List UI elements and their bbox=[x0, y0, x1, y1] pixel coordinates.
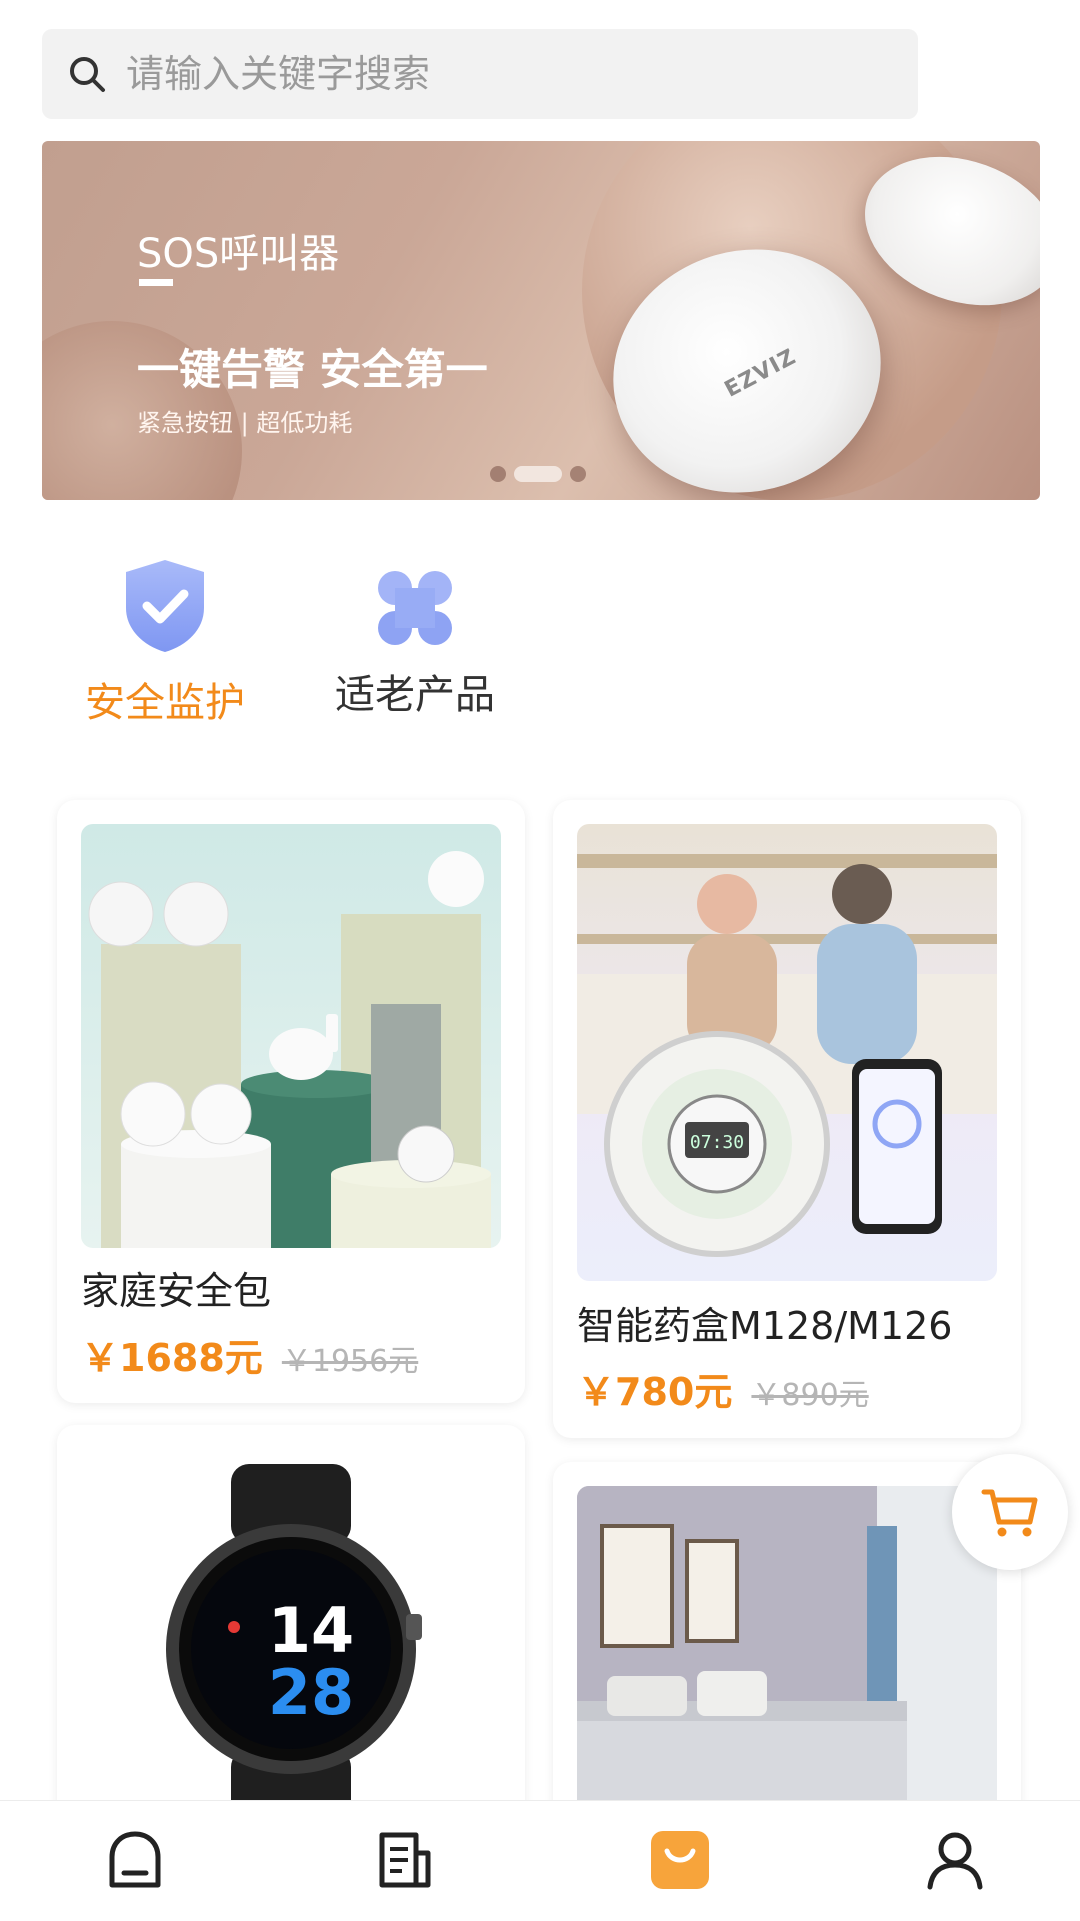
cart-icon bbox=[981, 1489, 1038, 1537]
product-card[interactable]: 家庭安全包 ￥1688元 ￥1956元 bbox=[57, 800, 525, 1403]
carousel-dot[interactable] bbox=[490, 466, 506, 482]
product-price-row: ￥1688元 ￥1956元 bbox=[81, 1327, 418, 1382]
search-input[interactable] bbox=[124, 51, 888, 97]
banner-title: SOS呼叫器 bbox=[137, 231, 340, 277]
product-image bbox=[81, 824, 501, 1248]
category-elderly-products[interactable]: 适老产品 bbox=[310, 568, 520, 720]
product-price-row: ￥780元 ￥890元 bbox=[577, 1361, 869, 1416]
nav-home[interactable] bbox=[100, 1825, 170, 1895]
search-bar[interactable] bbox=[42, 29, 918, 119]
product-original-price: ￥1956元 bbox=[281, 1344, 419, 1379]
banner-headline: 一键告警 安全第一 bbox=[137, 345, 488, 394]
watch-minute: 28 bbox=[268, 1656, 354, 1729]
home-icon bbox=[109, 1831, 161, 1888]
clover-grid-icon bbox=[378, 571, 452, 645]
carousel-dot-active[interactable] bbox=[514, 466, 562, 482]
carousel-dot[interactable] bbox=[570, 466, 586, 482]
cart-button[interactable] bbox=[952, 1454, 1068, 1570]
banner-divider bbox=[139, 279, 173, 286]
category-label: 安全监护 bbox=[85, 680, 245, 726]
promo-banner[interactable]: EZVIZ SOS呼叫器 一键告警 安全第一 紧急按钮 | 超低功耗 bbox=[42, 141, 1040, 500]
category-label: 适老产品 bbox=[335, 672, 495, 718]
nav-profile[interactable] bbox=[920, 1825, 990, 1895]
product-original-price: ￥890元 bbox=[751, 1378, 869, 1413]
bottom-navigation bbox=[0, 1800, 1080, 1921]
smartwatch-illustration: 14 28 bbox=[166, 1464, 422, 1819]
banner-subline: 紧急按钮 | 超低功耗 bbox=[137, 409, 353, 437]
product-name: 家庭安全包 bbox=[81, 1269, 272, 1313]
product-image: 14 28 bbox=[81, 1449, 501, 1819]
nav-shop[interactable] bbox=[645, 1825, 715, 1895]
news-icon bbox=[379, 1832, 431, 1888]
product-price: ￥1688元 bbox=[81, 1336, 263, 1380]
category-safety[interactable]: 安全监护 bbox=[60, 556, 270, 728]
product-card[interactable]: 07:30 智能药盒M128/M126 ￥780元 ￥890元 bbox=[553, 800, 1021, 1438]
pill-box-illustration: 07:30 bbox=[577, 854, 997, 1257]
carousel-indicator bbox=[42, 466, 1040, 486]
nav-news[interactable] bbox=[370, 1825, 440, 1895]
sensor-kit-illustration bbox=[88, 851, 491, 1248]
product-name: 智能药盒M128/M126 bbox=[577, 1304, 953, 1348]
user-icon bbox=[927, 1832, 983, 1890]
shop-bag-icon bbox=[651, 1831, 709, 1889]
product-price: ￥780元 bbox=[577, 1370, 733, 1414]
shield-check-icon bbox=[126, 560, 204, 652]
bedroom-illustration bbox=[577, 1486, 997, 1836]
search-icon bbox=[70, 57, 105, 92]
product-card[interactable]: 14 28 bbox=[57, 1425, 525, 1845]
product-image bbox=[577, 1486, 997, 1836]
pillbox-display: 07:30 bbox=[690, 1132, 744, 1153]
product-image: 07:30 bbox=[577, 824, 997, 1281]
